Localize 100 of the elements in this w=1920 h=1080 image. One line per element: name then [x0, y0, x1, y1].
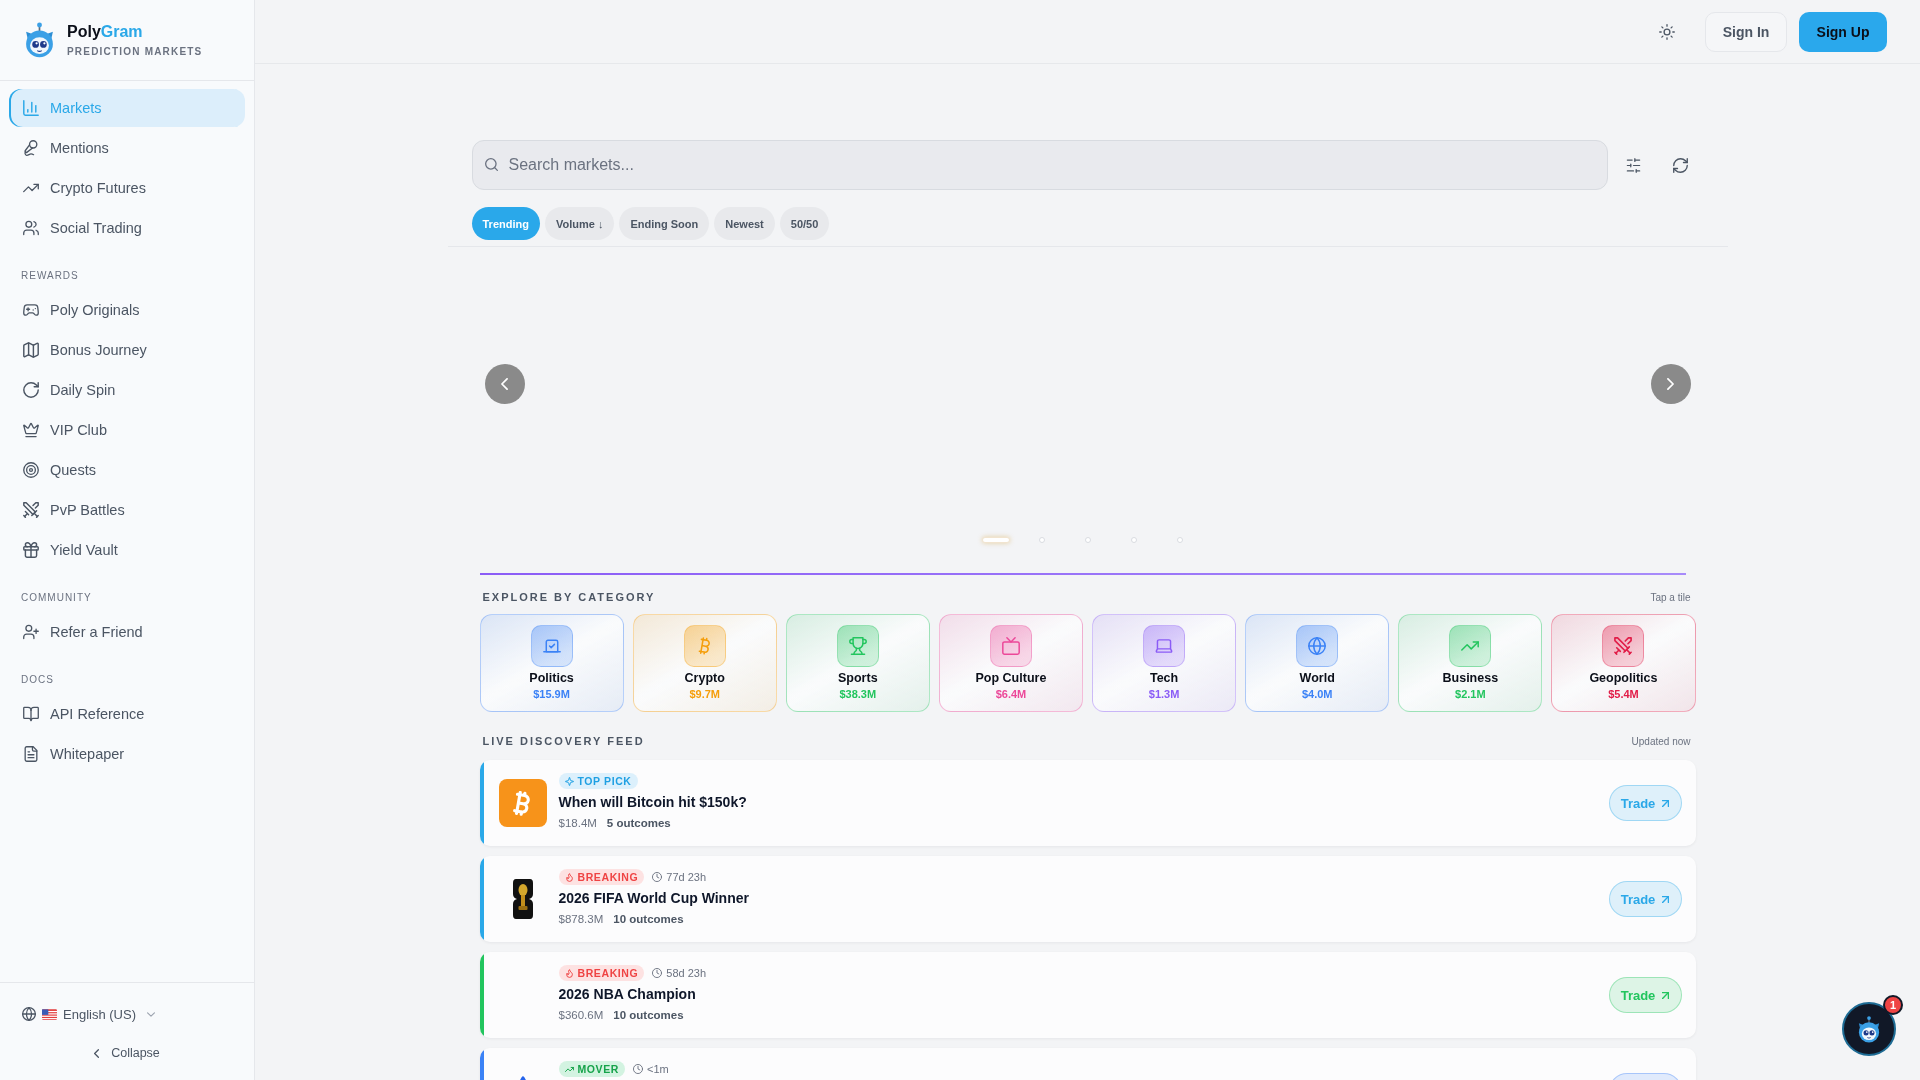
- sidebar-item[interactable]: VIP Club: [9, 411, 245, 449]
- bitcoin-icon: [498, 779, 547, 827]
- update-status: Updated now: [1631, 736, 1691, 747]
- chat-bot-button[interactable]: [1842, 1002, 1896, 1056]
- sidebar-item[interactable]: Refer a Friend: [9, 613, 245, 651]
- sidebar-item[interactable]: Whitepaper: [9, 735, 245, 773]
- chevron-down-icon: [146, 1011, 155, 1017]
- market-volume: $18.4M: [558, 816, 597, 830]
- flame-icon: [564, 968, 574, 978]
- arrow-up-right-icon: [1662, 799, 1670, 807]
- globe-icon: [22, 1007, 36, 1021]
- bitcoin-icon: [683, 625, 726, 667]
- outcome-count: 10 outcomes: [613, 912, 684, 926]
- notification-badge: 1: [1883, 995, 1903, 1015]
- previous-slide-button[interactable]: [484, 364, 525, 404]
- sidebar-item[interactable]: Poly Originals: [9, 291, 245, 329]
- outcome-count: 10 outcomes: [613, 1008, 684, 1022]
- tv-icon: [989, 625, 1032, 667]
- category-tile[interactable]: Business $2.1M: [1398, 614, 1543, 712]
- time-remaining: <1m: [647, 1063, 669, 1075]
- category-volume: $6.4M: [995, 688, 1027, 700]
- category-name: Crypto: [684, 671, 725, 685]
- microphone-icon: [23, 140, 39, 156]
- clock-icon: [652, 872, 663, 882]
- logo-icon: [25, 22, 54, 58]
- chevron-left-icon: [94, 1048, 100, 1058]
- market-title: 2026 NBA Champion: [558, 986, 697, 1003]
- category-name: Politics: [529, 671, 574, 685]
- category-name: World: [1299, 671, 1335, 685]
- category-tile[interactable]: Tech $1.3M: [1092, 614, 1237, 712]
- trend-up-icon: [564, 1064, 574, 1074]
- slide-dot[interactable]: [1130, 537, 1137, 543]
- sort-option[interactable]: Ending Soon: [619, 207, 710, 240]
- sidebar-item[interactable]: PvP Battles: [9, 491, 245, 529]
- category-name: Business: [1442, 671, 1499, 685]
- sun-icon: [1659, 23, 1675, 40]
- section-heading: DOCS: [21, 673, 55, 687]
- search-icon: [484, 158, 498, 171]
- sort-option[interactable]: 50/50: [779, 207, 830, 240]
- target-icon: [23, 462, 39, 478]
- gamepad-icon: [23, 302, 39, 318]
- slide-dot[interactable]: [1084, 537, 1091, 543]
- next-slide-button[interactable]: [1650, 364, 1691, 404]
- category-volume: $9.7M: [689, 688, 720, 700]
- category-tile[interactable]: Politics $15.9M: [479, 614, 624, 712]
- search-field[interactable]: Search markets...: [471, 140, 1608, 190]
- sidebar-item[interactable]: API Reference: [9, 695, 245, 733]
- category-tile[interactable]: World $4.0M: [1245, 614, 1390, 712]
- refresh-icon: [1673, 157, 1688, 173]
- clock-icon: [652, 968, 663, 978]
- sidebar-item[interactable]: Quests: [9, 451, 245, 489]
- chevron-right-icon: [1667, 378, 1674, 390]
- flame-icon: [564, 872, 574, 882]
- tag-label: BREAKING: [577, 967, 639, 979]
- category-name: Pop Culture: [975, 671, 1047, 685]
- laptop-icon: [1143, 625, 1186, 667]
- arrow-up-right-icon: [1662, 991, 1670, 999]
- sidebar-item[interactable]: Mentions: [9, 129, 245, 167]
- category-volume: $5.4M: [1608, 688, 1639, 700]
- sliders-icon: [1626, 157, 1641, 173]
- language-selector[interactable]: English (US): [22, 1001, 155, 1027]
- category-tile[interactable]: Sports $38.3M: [785, 614, 930, 712]
- collapse-button[interactable]: Collapse: [94, 1043, 160, 1063]
- sidebar-item[interactable]: Crypto Futures: [9, 169, 245, 207]
- category-volume: $4.0M: [1301, 688, 1333, 700]
- sidebar-item[interactable]: Yield Vault: [9, 531, 245, 569]
- section-title: EXPLORE BY CATEGORY: [482, 591, 656, 604]
- sign-in-button[interactable]: Sign In: [1705, 11, 1787, 52]
- trophy-icon: [836, 625, 879, 667]
- category-tile[interactable]: Pop Culture $6.4M: [938, 614, 1083, 712]
- clock-icon: [633, 1064, 643, 1074]
- bar-chart-icon: [23, 100, 39, 116]
- category-tile[interactable]: Crypto $9.7M: [632, 614, 777, 712]
- globe-icon: [1296, 625, 1339, 667]
- swords-icon: [23, 502, 39, 518]
- category-volume: $38.3M: [839, 688, 877, 700]
- category-name: Sports: [838, 671, 878, 685]
- hint-text: Tap a tile: [1650, 592, 1691, 603]
- market-volume: $878.3M: [558, 912, 604, 926]
- category-volume: $15.9M: [533, 688, 570, 700]
- add-user-icon: [23, 624, 39, 640]
- sort-option[interactable]: Volume ↓: [544, 207, 615, 240]
- sidebar-item[interactable]: Social Trading: [9, 209, 245, 247]
- swords-icon: [1602, 625, 1645, 667]
- sort-option[interactable]: Newest: [714, 207, 775, 240]
- sidebar-item[interactable]: Bonus Journey: [9, 331, 245, 369]
- slide-dot[interactable]: [1038, 537, 1045, 543]
- brand-tagline: PREDICTION MARKETS: [67, 45, 203, 58]
- tag-label: MOVER: [577, 1063, 619, 1075]
- category-name: Tech: [1149, 671, 1179, 685]
- checkbox-icon: [530, 625, 573, 667]
- sidebar-item[interactable]: Daily Spin: [9, 371, 245, 409]
- category-volume: $1.3M: [1148, 688, 1180, 700]
- category-volume: $2.1M: [1455, 688, 1486, 700]
- rotate-arrow-icon: [23, 382, 39, 398]
- document-icon: [23, 746, 39, 762]
- slide-dot[interactable]: [1176, 537, 1183, 543]
- arrow-up-right-icon: [1662, 895, 1670, 903]
- category-tile[interactable]: Geopolitics $5.4M: [1551, 614, 1696, 712]
- sign-up-button[interactable]: Sign Up: [1799, 11, 1887, 52]
